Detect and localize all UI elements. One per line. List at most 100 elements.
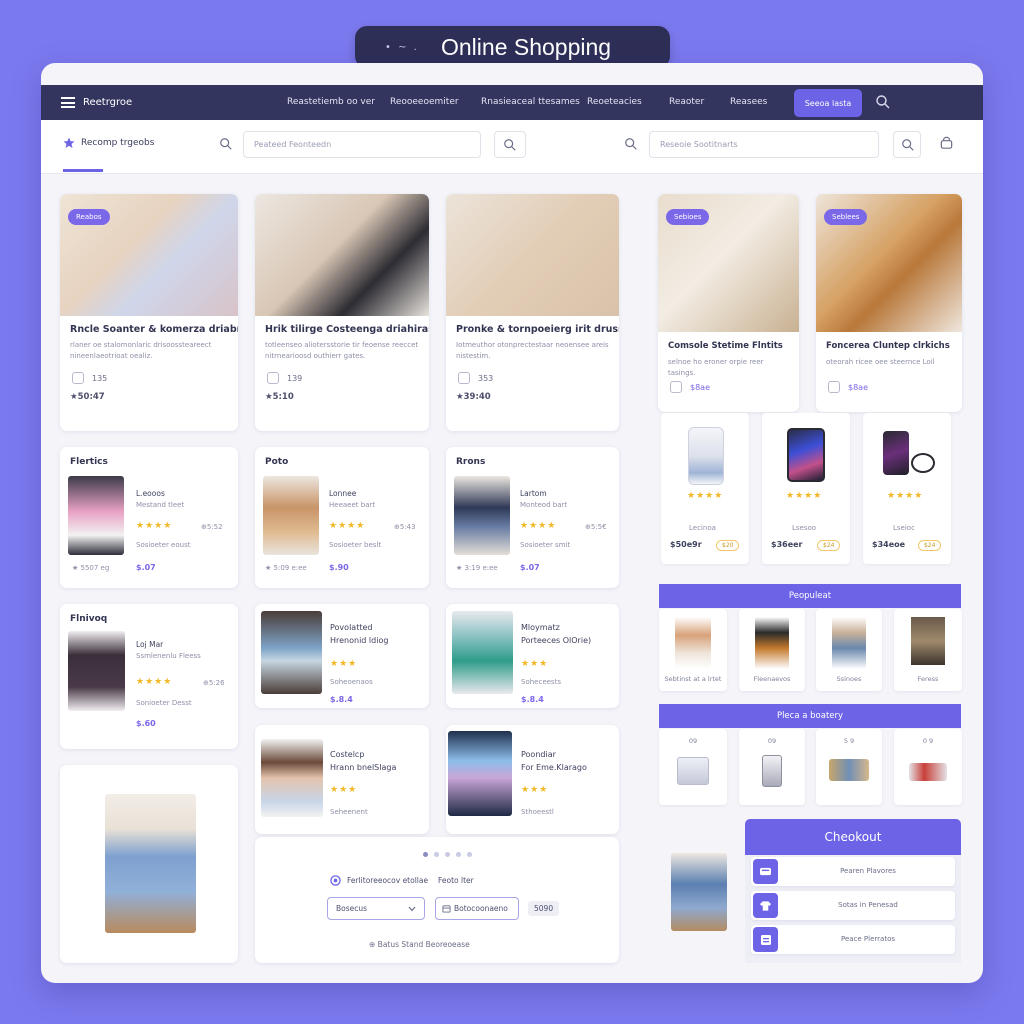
list-item-4[interactable]: Poondiar For Eme.Klarago ★★★ Sthoeestl bbox=[446, 725, 619, 834]
nav-cta-button[interactable]: Seeoa lasta bbox=[794, 89, 862, 117]
checkout-row-2[interactable]: Sotas in Penesad bbox=[751, 891, 955, 920]
list-item-3[interactable]: Costelcp Hrann bnelSlaga ★★★ Seheenent bbox=[255, 725, 429, 834]
device-card-1[interactable]: ★★★★ Lecinoa $50e9r $20 bbox=[661, 413, 749, 564]
brand-label[interactable]: Reetrgroe bbox=[83, 97, 132, 108]
list-item-2[interactable]: Mloymatz Porteeces OlOrie) ★★★ Soheceest… bbox=[446, 604, 619, 708]
popular-item-2[interactable]: Fleenaevos bbox=[739, 609, 805, 691]
price-tag[interactable]: $20 bbox=[716, 540, 740, 551]
item-sub: Soheceests bbox=[521, 678, 561, 686]
product-thumbnail[interactable] bbox=[261, 611, 322, 694]
carousel-dot[interactable] bbox=[445, 852, 450, 857]
product-thumbnail[interactable] bbox=[68, 631, 125, 711]
nav-item-4[interactable]: Reoeteacies bbox=[587, 97, 642, 107]
category-card-1[interactable]: Flertics L.eooos Mestand tleet ★★★★ ⊕5:5… bbox=[60, 447, 238, 588]
category-card-4[interactable]: Flnivoq Loj Mar Ssmlenenlu Fleess ★★★★ ⊕… bbox=[60, 604, 238, 749]
checkout-row-1[interactable]: Pearen Plavores bbox=[751, 857, 955, 886]
lookbook-image[interactable] bbox=[105, 794, 196, 933]
product-image bbox=[255, 194, 429, 316]
item-name-2: Hrenonid ldiog bbox=[330, 636, 389, 645]
checkout-row-3[interactable]: Peace Plerratos bbox=[751, 925, 955, 954]
carousel-dot[interactable] bbox=[423, 852, 428, 857]
device-card-3[interactable]: ★★★★ Lseioc $34eoe $24 bbox=[863, 413, 951, 564]
nav-item-6[interactable]: Reasees bbox=[730, 97, 767, 107]
product-card-2[interactable]: Hrik tilirge Costeenga driahiras totleen… bbox=[255, 194, 429, 431]
product-thumbnail[interactable] bbox=[68, 476, 124, 555]
qty-checkbox[interactable] bbox=[670, 381, 682, 393]
category-heading: Rrons bbox=[456, 457, 486, 467]
nav-item-2[interactable]: Reooeeoemiter bbox=[390, 97, 459, 107]
product-desc: oteorah ricee oee steernce Loil bbox=[826, 358, 935, 366]
filter-panel: Ferlitoreeocov etollae Feoto lter Bosecu… bbox=[255, 837, 619, 963]
product-title[interactable]: Comsole Stetime Flntits bbox=[668, 341, 783, 351]
category-card-2[interactable]: Poto Lonnee Heeaeet bart ★★★★ ⊕5:43 Sosi… bbox=[255, 447, 429, 588]
menu-icon[interactable] bbox=[61, 97, 75, 108]
product-title[interactable]: Hrik tilirge Costeenga driahiras bbox=[265, 324, 429, 335]
cart-icon[interactable] bbox=[939, 136, 954, 151]
product-card-1[interactable]: Reabos Rncle Soanter & komerza driabnes … bbox=[60, 194, 238, 431]
qty-checkbox[interactable] bbox=[828, 381, 840, 393]
favorite-item-1[interactable]: 09 bbox=[659, 729, 727, 805]
product-thumbnail[interactable] bbox=[261, 739, 323, 817]
search-icon[interactable] bbox=[624, 137, 638, 151]
search-input-right[interactable]: Reseoie Sootitnarts bbox=[649, 131, 879, 158]
favorite-item-2[interactable]: 09 bbox=[739, 729, 805, 805]
product-thumbnail[interactable] bbox=[452, 611, 513, 694]
price-tag[interactable]: $24 bbox=[918, 540, 942, 551]
item-name: L.eooos bbox=[136, 489, 165, 498]
search-input-left[interactable]: Peateed Feonteedn bbox=[243, 131, 481, 158]
nav-item-3[interactable]: Rnasieaceal ttesames bbox=[481, 97, 580, 107]
lookbook-card[interactable] bbox=[60, 765, 238, 963]
category-card-3[interactable]: Rrons Lartom Monteod bart ★★★★ ⊕5:5€ Sos… bbox=[446, 447, 619, 588]
filter-value: Feoto lter bbox=[438, 876, 474, 885]
date-button[interactable]: Botocoonaeno bbox=[435, 897, 519, 920]
item-stars: ★★★ bbox=[521, 785, 549, 795]
checkout-header[interactable]: Cheokout bbox=[745, 819, 961, 855]
nav-item-1[interactable]: Reastetiemb oo ver bbox=[287, 97, 375, 107]
item-sub: Sthoeestl bbox=[521, 808, 554, 816]
product-thumbnail[interactable] bbox=[454, 476, 510, 555]
carousel-dot[interactable] bbox=[456, 852, 461, 857]
item-sub: Ssmlenenlu Fleess bbox=[136, 652, 201, 660]
sort-select[interactable]: Bosecus bbox=[327, 897, 425, 920]
lookbook-thumbnail[interactable] bbox=[671, 853, 727, 931]
item-count: ⊕5:52 bbox=[201, 523, 223, 531]
device-image bbox=[787, 428, 825, 482]
popular-item-4[interactable]: Feress bbox=[894, 609, 962, 691]
product-title[interactable]: Foncerea Cluntep clrkichs bbox=[826, 341, 950, 351]
popular-label: Fleenaevos bbox=[753, 675, 791, 683]
carousel-dot[interactable] bbox=[467, 852, 472, 857]
nav-item-5[interactable]: Reaoter bbox=[669, 97, 704, 107]
product-card-5[interactable]: Seblees Foncerea Cluntep clrkichs oteora… bbox=[816, 194, 962, 412]
carousel-dots[interactable] bbox=[423, 852, 472, 857]
checkout-row-label: Peace Plerratos bbox=[840, 935, 896, 943]
favorite-item-4[interactable]: 0 9 bbox=[894, 729, 962, 805]
search-icon[interactable] bbox=[219, 137, 233, 151]
qty-checkbox[interactable] bbox=[267, 372, 279, 384]
qty-checkbox[interactable] bbox=[458, 372, 470, 384]
product-card-4[interactable]: Sebioes Comsole Stetime Flntits selnoe h… bbox=[658, 194, 799, 412]
tab-home[interactable]: Recomp trgeobs bbox=[63, 137, 154, 149]
qty-checkbox[interactable] bbox=[72, 372, 84, 384]
product-thumbnail[interactable] bbox=[448, 731, 512, 816]
product-thumbnail[interactable] bbox=[263, 476, 319, 555]
list-item-1[interactable]: Povolatted Hrenonid ldiog ★★★ Soheoenaos… bbox=[255, 604, 429, 708]
search-button-right[interactable] bbox=[893, 131, 921, 158]
popular-item-1[interactable]: Sebtinst at a lrtet bbox=[659, 609, 727, 691]
favorite-label: 0 9 bbox=[922, 737, 934, 745]
search-button-left[interactable] bbox=[494, 131, 526, 158]
favorite-item-3[interactable]: 5 9 bbox=[816, 729, 882, 805]
search-icon bbox=[902, 139, 914, 151]
product-card-3[interactable]: Pronke & tornpoeierg irit drusse Iotmeut… bbox=[446, 194, 619, 431]
item-count: ⊕5:5€ bbox=[585, 523, 607, 531]
carousel-dot[interactable] bbox=[434, 852, 439, 857]
favorite-image bbox=[762, 755, 782, 787]
product-title[interactable]: Pronke & tornpoeierg irit drusse bbox=[456, 324, 619, 335]
search-icon[interactable] bbox=[875, 94, 891, 110]
device-card-2[interactable]: ★★★★ Lsesoo $36eer $24 bbox=[762, 413, 850, 564]
item-name: Mloymatz bbox=[521, 623, 560, 632]
price-tag[interactable]: $24 bbox=[817, 540, 841, 551]
product-title[interactable]: Rncle Soanter & komerza driabnes bbox=[70, 324, 238, 335]
date-button-label: Botocoonaeno bbox=[454, 904, 508, 913]
popular-item-3[interactable]: Ssinoes bbox=[816, 609, 882, 691]
product-qty: 135 bbox=[72, 372, 107, 384]
